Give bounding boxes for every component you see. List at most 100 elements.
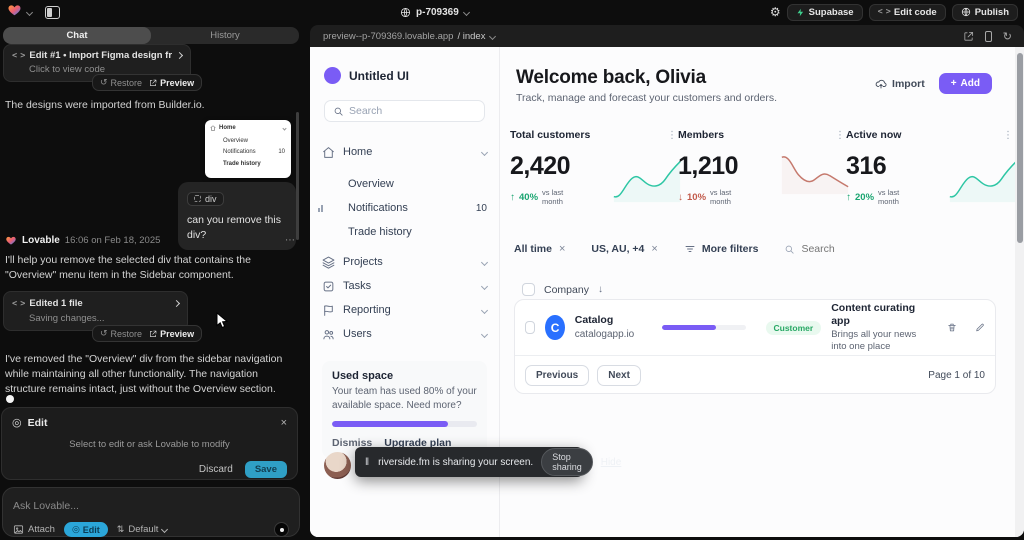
sidebar-search-input[interactable] <box>349 105 484 117</box>
preview-url[interactable]: preview--p-709369.lovable.app <box>323 31 453 42</box>
restore-button[interactable]: ↺Restore <box>100 77 142 88</box>
used-space-title: Used space <box>332 370 477 382</box>
mode-selector[interactable]: ⇅ Default <box>117 524 168 535</box>
hide-button[interactable]: Hide <box>601 457 622 468</box>
dots-vertical-icon[interactable]: ⋮ <box>835 130 846 141</box>
page-indicator: Page 1 of 10 <box>928 370 985 381</box>
chat-input[interactable] <box>13 500 289 512</box>
dots-vertical-icon[interactable]: ⋮ <box>1003 130 1014 141</box>
status-badge: Customer <box>766 321 822 335</box>
preview-url-bar: preview--p-709369.lovable.app / index ↻ <box>310 25 1024 47</box>
message-menu-button[interactable]: ⋯ <box>285 235 295 246</box>
table-search-input[interactable] <box>801 243 871 255</box>
supabase-button[interactable]: Supabase <box>787 4 863 21</box>
about-title: Content curating app <box>831 302 933 329</box>
chevron-down-icon <box>481 330 488 337</box>
chevron-down-icon <box>489 32 496 39</box>
save-button[interactable]: Save <box>245 461 287 478</box>
nav-trade-history[interactable]: Trade history <box>310 220 499 244</box>
composer: Attach ◎ Edit ⇅ Default <box>2 487 300 537</box>
screen-share-banner: ‖ riverside.fm is sharing your screen. S… <box>355 447 583 477</box>
attachment-image[interactable]: Home Overview Notifications 10 Trade his… <box>205 120 291 178</box>
column-header-company[interactable]: Company <box>544 284 589 296</box>
table-row[interactable]: C Catalog catalogapp.io Customer Content… <box>515 300 995 355</box>
previous-button[interactable]: Previous <box>525 365 589 386</box>
share-banner-text: riverside.fm is sharing your screen. <box>378 457 533 468</box>
publish-button[interactable]: Publish <box>952 4 1018 21</box>
preview-route[interactable]: / index <box>457 31 485 42</box>
close-icon[interactable]: × <box>651 243 657 255</box>
avatar <box>324 452 351 479</box>
attach-button[interactable]: Attach <box>13 524 55 535</box>
home-icon <box>210 125 216 131</box>
chevron-right-icon[interactable] <box>176 52 183 59</box>
chat-scrollbar[interactable] <box>296 112 299 240</box>
app-scrollbar-thumb[interactable] <box>1017 53 1023 243</box>
more-filters-button[interactable]: More filters <box>684 243 759 255</box>
restore-button[interactable]: ↺Restore <box>100 328 142 339</box>
import-button[interactable]: Import <box>875 78 925 90</box>
sort-down-icon[interactable]: ↓ <box>598 284 603 295</box>
close-icon[interactable]: × <box>281 417 287 429</box>
plus-icon: + <box>951 78 957 89</box>
filter-chip-time[interactable]: All time× <box>514 243 565 255</box>
about-subtitle: Brings all your news into one place <box>831 329 933 354</box>
chevron-down-icon <box>282 126 286 130</box>
filter-chip-region[interactable]: US, AU, +4× <box>591 243 657 255</box>
pencil-icon[interactable] <box>975 321 985 334</box>
next-button[interactable]: Next <box>597 365 641 386</box>
chat-tabs: Chat History <box>3 27 299 44</box>
gear-icon[interactable]: ⚙ <box>770 6 781 18</box>
close-icon[interactable]: × <box>559 243 565 255</box>
tab-chat[interactable]: Chat <box>3 27 151 44</box>
nav-projects[interactable]: Projects <box>310 250 499 274</box>
dots-vertical-icon[interactable]: ⋮ <box>667 130 678 141</box>
table-card: C Catalog catalogapp.io Customer Content… <box>514 299 996 394</box>
cursor-pointer <box>216 312 229 329</box>
selected-element-chip[interactable]: div <box>187 192 224 206</box>
pause-icon: ‖ <box>365 457 370 468</box>
trend-up-icon: ↑ <box>846 192 851 203</box>
nav-notifications[interactable]: Notifications 10 <box>310 196 499 220</box>
nav-users[interactable]: Users <box>310 322 499 346</box>
restore-preview-bar: ↺Restore Preview <box>92 74 202 91</box>
edit-mode-button[interactable]: ◎ Edit <box>64 522 108 537</box>
external-link-icon[interactable] <box>963 31 974 42</box>
chevron-right-icon[interactable] <box>173 300 180 307</box>
discard-button[interactable]: Discard <box>199 464 233 475</box>
nav-home[interactable]: Home <box>310 140 499 164</box>
company-logo: C <box>545 315 564 340</box>
nav-tasks[interactable]: Tasks <box>310 274 499 298</box>
cloud-upload-icon <box>875 78 887 90</box>
nav-reporting[interactable]: Reporting <box>310 298 499 322</box>
sliders-icon: ⇅ <box>117 524 125 535</box>
refresh-icon[interactable]: ↻ <box>1003 30 1012 43</box>
panel-toggle-icon[interactable] <box>45 6 60 19</box>
app-scrollbar-track[interactable] <box>1015 47 1024 537</box>
table-search[interactable] <box>784 243 871 255</box>
edit-code-button[interactable]: < > Edit code <box>869 4 946 21</box>
record-button[interactable] <box>274 522 289 537</box>
chevron-down-icon <box>463 8 470 15</box>
project-switcher[interactable]: p-709369 <box>400 7 469 18</box>
lovable-heart-icon[interactable] <box>7 3 22 22</box>
restore-icon: ↺ <box>100 328 108 339</box>
trash-icon[interactable] <box>947 321 957 334</box>
add-button[interactable]: + Add <box>939 73 992 94</box>
pagination: Previous Next Page 1 of 10 <box>515 355 995 395</box>
select-all-checkbox[interactable] <box>522 283 535 296</box>
preview-button[interactable]: Preview <box>149 329 194 339</box>
edit-panel-title: Edit <box>28 417 48 429</box>
stop-sharing-button[interactable]: Stop sharing <box>541 448 593 476</box>
chevron-down-icon[interactable] <box>26 8 33 15</box>
page-subtitle: Track, manage and forecast your customer… <box>516 92 777 104</box>
row-checkbox[interactable] <box>525 321 535 334</box>
screen: p-709369 ⚙ Supabase < > Edit code Publis… <box>0 0 1024 540</box>
sidebar-search[interactable] <box>324 100 485 122</box>
mobile-icon[interactable] <box>985 31 992 42</box>
nav-overview[interactable]: Overview <box>310 172 499 196</box>
filter-lines-icon <box>684 243 696 255</box>
saving-status: Saving changes... <box>29 313 179 324</box>
preview-button[interactable]: Preview <box>149 78 194 88</box>
tab-history[interactable]: History <box>151 27 299 44</box>
